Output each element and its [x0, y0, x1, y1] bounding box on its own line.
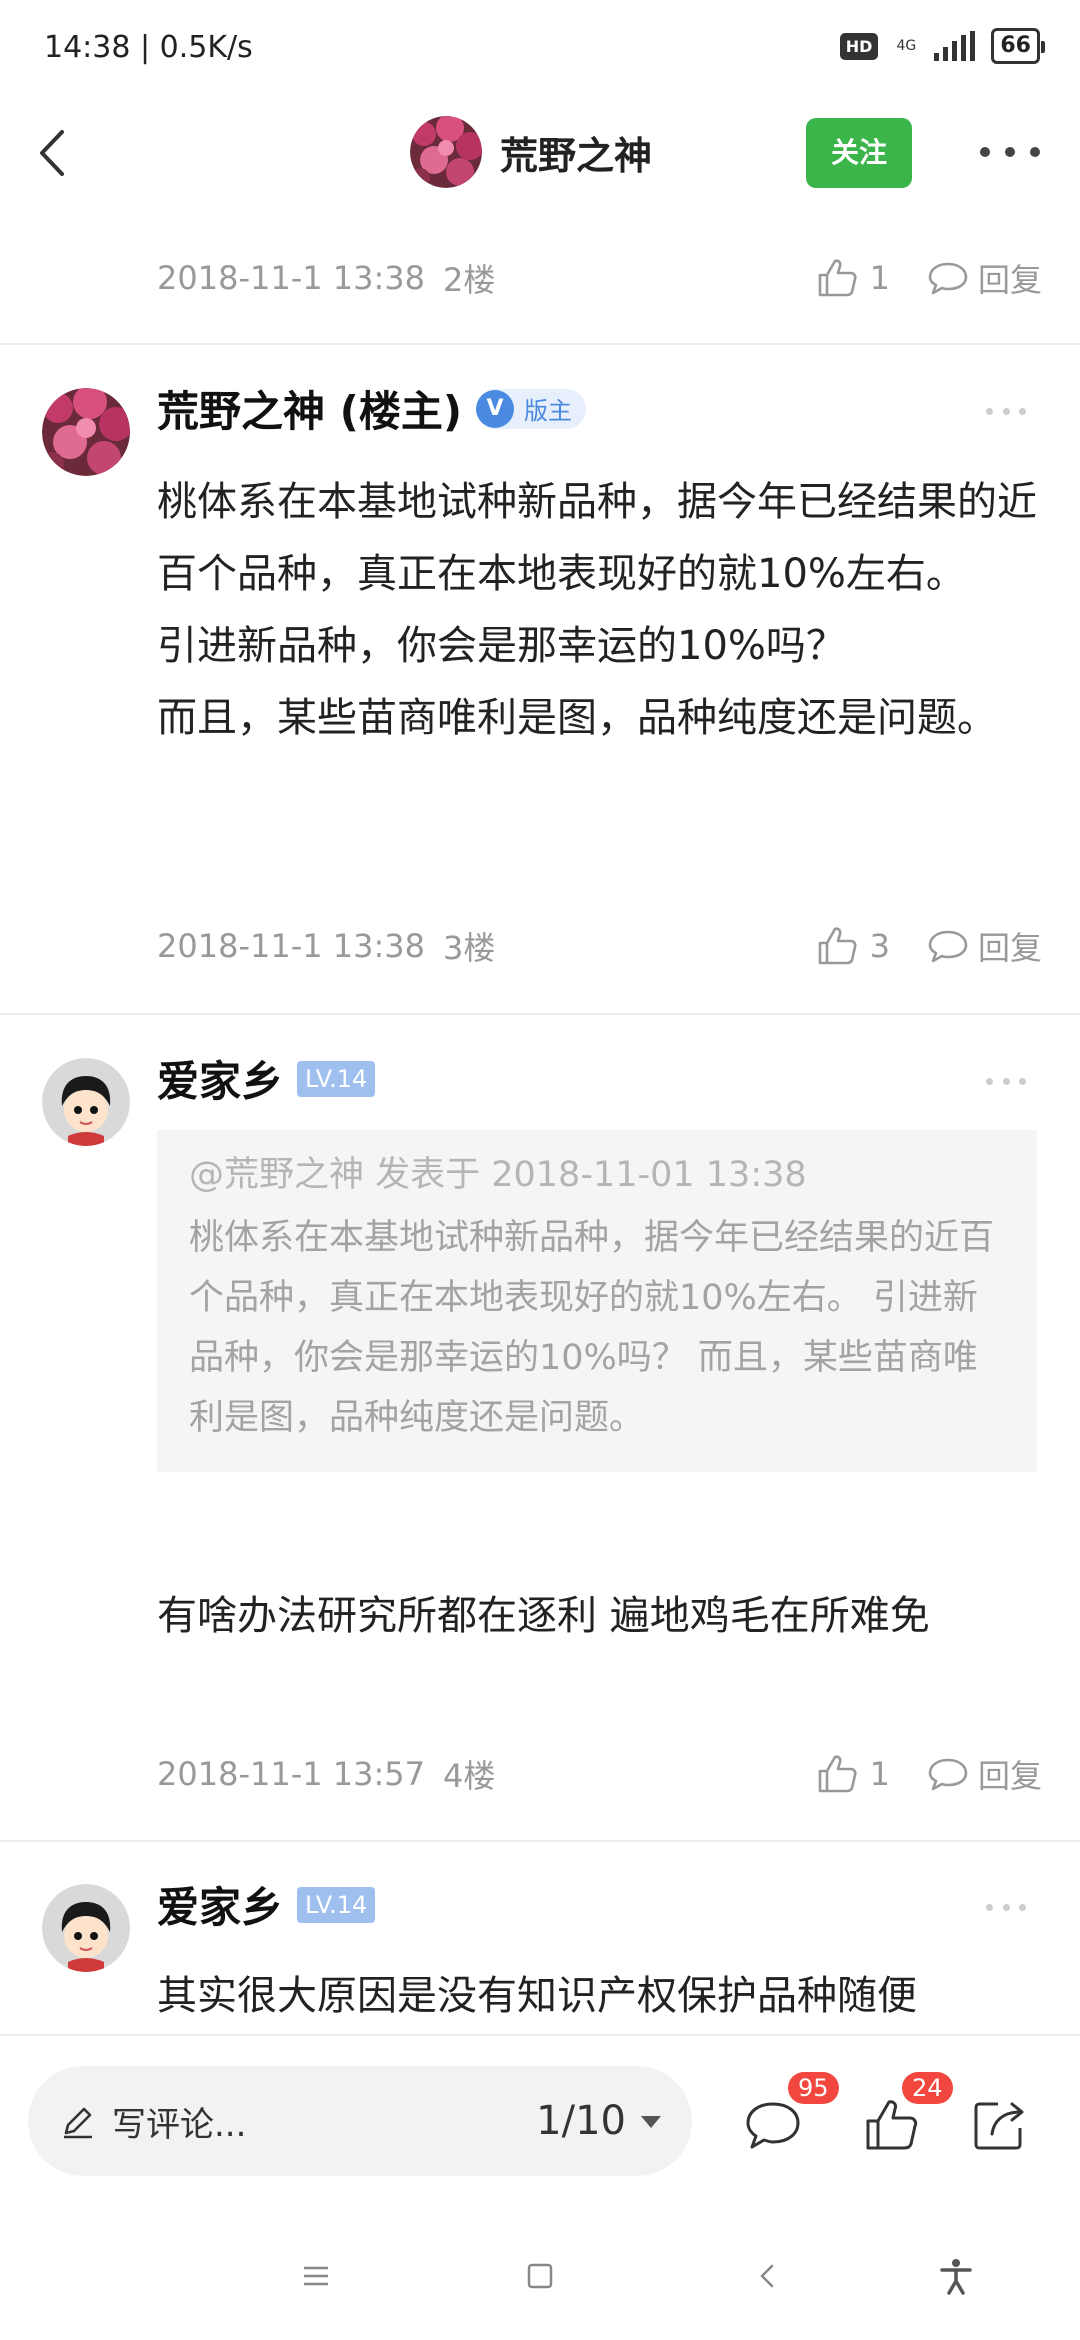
comment-count-badge: 95: [788, 2072, 839, 2104]
post-more-icon[interactable]: [986, 1076, 1026, 1086]
menu-icon[interactable]: [294, 2254, 338, 2298]
back-button[interactable]: [22, 118, 92, 188]
nav-title: 荒野之神: [500, 133, 653, 178]
author-row: 爱家乡 LV.14: [157, 1048, 376, 1109]
reply-label: 回复: [977, 261, 1042, 299]
like-count: 1: [869, 259, 890, 297]
post-more-icon[interactable]: [986, 1902, 1026, 1912]
post-meta-4: 2018-11-1 13:57 4楼 1 回复: [157, 1744, 1042, 1804]
comment-bubble-icon: [928, 262, 968, 295]
post-body: 桃体系在本基地试种新品种，据今年已经结果的近百个品种，真正在本地表现好的就10%…: [157, 466, 1037, 754]
comment-bubble-icon[interactable]: [742, 2094, 804, 2156]
level-badge: LV.14: [297, 1886, 376, 1923]
quote-block[interactable]: @荒野之神 发表于 2018-11-01 13:38 桃体系在本基地试种新品种，…: [157, 1130, 1037, 1472]
like-button[interactable]: 1: [814, 255, 890, 301]
avatar[interactable]: [42, 1058, 130, 1146]
quote-header: @荒野之神 发表于 2018-11-01 13:38: [189, 1155, 807, 1195]
status-bar: 14:38 | 0.5K/s HD 4G 66: [0, 0, 1080, 96]
post-body: 其实很大原因是没有知识产权保护品种随便: [157, 1973, 917, 2019]
top-nav: 荒野之神 关注: [0, 96, 1080, 210]
quote-text: 桃体系在本基地试种新品种，据今年已经结果的近百个品种，真正在本地表现好的就10%…: [189, 1218, 995, 1438]
page-indicator[interactable]: 1/10: [536, 2098, 626, 2144]
accessibility-icon[interactable]: [934, 2254, 978, 2298]
battery-icon: 66: [991, 28, 1045, 64]
reply-button[interactable]: 回复: [926, 255, 1042, 301]
post-floor: 3楼: [443, 929, 496, 967]
avatar[interactable]: [42, 388, 130, 476]
author-name[interactable]: 爱家乡: [157, 1874, 283, 1935]
reply-button[interactable]: 回复: [926, 923, 1042, 969]
post-date: 2018-11-1 13:57: [157, 1755, 425, 1793]
post-date: 2018-11-1 13:38: [157, 927, 425, 965]
caret-down-icon[interactable]: [638, 2108, 664, 2134]
moderator-badge: V 版主: [476, 388, 587, 429]
reply-label: 回复: [977, 1757, 1042, 1795]
author-row: 爱家乡 LV.14: [157, 1874, 376, 1935]
reply-label: 回复: [977, 929, 1042, 967]
divider: [0, 343, 1080, 345]
author-name[interactable]: 爱家乡: [157, 1048, 283, 1109]
post-floor: 2楼: [443, 261, 496, 299]
post-date: 2018-11-1 13:38: [157, 259, 425, 297]
avatar[interactable]: [42, 1884, 130, 1972]
like-count: 3: [869, 927, 890, 965]
role-label: 版主: [524, 397, 573, 425]
follow-button[interactable]: 关注: [806, 118, 912, 188]
author-row: 荒野之神 (楼主) V 版主: [157, 378, 587, 439]
hd-icon: HD: [839, 32, 879, 60]
like-button[interactable]: 1: [814, 1751, 890, 1797]
verified-icon: V: [476, 389, 515, 428]
like-button[interactable]: 3: [814, 923, 890, 969]
system-nav-bar: [0, 2210, 1080, 2340]
post-body-line: 而且，某些苗商唯利是图，品种纯度还是问题。: [157, 695, 997, 741]
avatar: [410, 116, 482, 188]
comment-placeholder: 写评论...: [112, 2104, 247, 2145]
back-nav-icon[interactable]: [746, 2254, 790, 2298]
level-badge: LV.14: [297, 1060, 376, 1097]
divider: [0, 1840, 1080, 1842]
thumbs-up-icon: [818, 1755, 857, 1793]
signal-icon: [934, 31, 976, 61]
more-dots-icon[interactable]: [980, 134, 1040, 170]
network-type: 4G: [896, 38, 917, 54]
chevron-left-icon: [40, 130, 64, 176]
post-body: 有啥办法研究所都在逐利 遍地鸡毛在所难免: [157, 1593, 930, 1639]
like-count: 1: [869, 1755, 890, 1793]
share-icon[interactable]: [968, 2094, 1030, 2156]
home-icon[interactable]: [518, 2254, 562, 2298]
thumbs-up-icon: [818, 259, 857, 297]
divider: [0, 1013, 1080, 1015]
comment-input[interactable]: 写评论... 1/10: [28, 2066, 692, 2176]
post-meta-3: 2018-11-1 13:38 3楼 3 回复: [157, 916, 1042, 976]
status-icons: HD 4G 66: [839, 28, 1045, 64]
post-meta-2: 2018-11-1 13:38 2楼 1 回复: [157, 248, 1042, 308]
author-name[interactable]: 荒野之神 (楼主): [157, 378, 462, 439]
post-more-icon[interactable]: [986, 406, 1026, 416]
bottom-action-bar: 写评论... 1/10 95 24: [0, 2034, 1080, 2210]
status-time-speed: 14:38 | 0.5K/s: [44, 30, 253, 65]
like-count-badge: 24: [902, 2072, 953, 2104]
comment-bubble-icon: [928, 1758, 968, 1791]
comment-bubble-icon: [928, 930, 968, 963]
thumbs-up-icon: [818, 927, 857, 965]
nav-author[interactable]: 荒野之神: [410, 116, 652, 188]
reply-button[interactable]: 回复: [926, 1751, 1042, 1797]
post-floor: 4楼: [443, 1757, 496, 1795]
post-body-line: 引进新品种，你会是那幸运的10%吗？: [157, 623, 846, 669]
post-body-line: 桃体系在本基地试种新品种，据今年已经结果的近百个品种，真正在本地表现好的就10%…: [157, 479, 1037, 597]
pencil-icon: [64, 2107, 92, 2139]
